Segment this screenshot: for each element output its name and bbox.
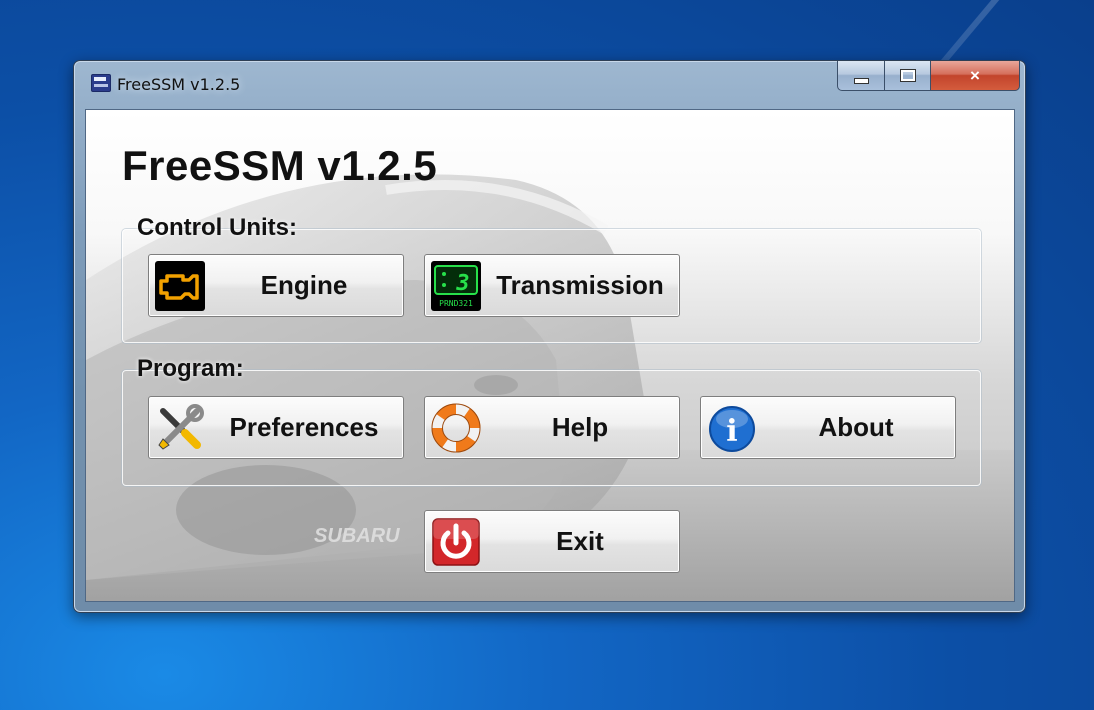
app-window-icon[interactable]: [91, 74, 111, 92]
help-button[interactable]: Help: [424, 396, 680, 459]
app-window: FreeSSM v1.2.5 × SUBARU FreeSSM v1.2.5 C…: [73, 60, 1026, 613]
program-label: Program:: [137, 355, 244, 382]
about-button[interactable]: i About: [700, 396, 956, 459]
main-panel: SUBARU FreeSSM v1.2.5 Control Units: Eng…: [85, 109, 1015, 602]
gear-digit: 3: [455, 271, 469, 296]
close-icon: ×: [970, 65, 980, 85]
car-badge-text: SUBARU: [314, 525, 400, 547]
info-glyph: i: [726, 414, 737, 449]
tools-icon: [158, 404, 204, 450]
window-controls: ×: [837, 61, 1020, 92]
power-icon: [432, 518, 480, 566]
minimize-button[interactable]: [837, 61, 885, 91]
maximize-icon: [899, 69, 916, 82]
gear-display-icon: 3 PRND321: [431, 261, 481, 311]
close-button[interactable]: ×: [931, 61, 1020, 91]
lifebuoy-icon: [431, 403, 481, 453]
engine-button[interactable]: Engine: [148, 254, 404, 317]
control-units-label: Control Units:: [137, 214, 297, 241]
preferences-button[interactable]: Preferences: [148, 396, 404, 459]
title-bar[interactable]: FreeSSM v1.2.5 ×: [74, 61, 1025, 107]
preferences-button-label: Preferences: [229, 412, 379, 442]
maximize-button[interactable]: [885, 61, 931, 91]
exit-button[interactable]: Exit: [424, 510, 680, 573]
info-icon: i: [709, 406, 755, 452]
transmission-button[interactable]: 3 PRND321 Transmission: [424, 254, 680, 317]
gear-sequence: PRND321: [439, 299, 473, 308]
help-button-label: Help: [551, 412, 609, 442]
minimize-icon: [853, 77, 869, 84]
engine-button-label: Engine: [260, 270, 348, 300]
window-title: FreeSSM v1.2.5: [117, 75, 241, 94]
about-button-label: About: [818, 412, 894, 442]
app-heading: FreeSSM v1.2.5: [122, 142, 438, 189]
exit-button-label: Exit: [556, 526, 604, 556]
check-engine-icon: [155, 261, 205, 311]
transmission-button-label: Transmission: [496, 270, 664, 300]
